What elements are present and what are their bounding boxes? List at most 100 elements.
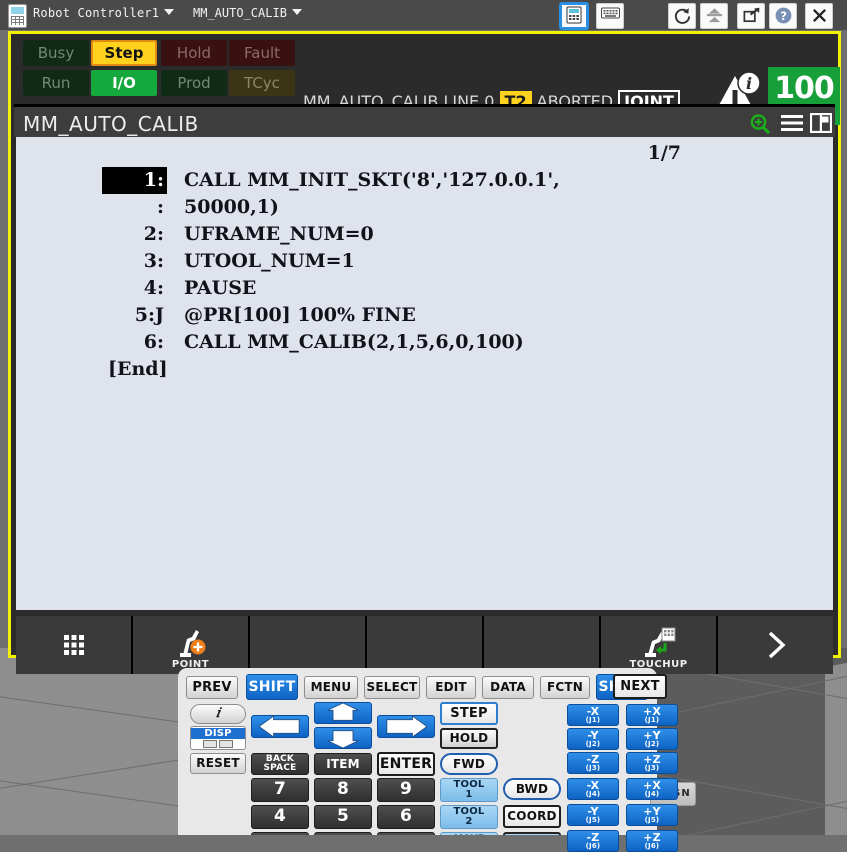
key-jog-j3-minus[interactable]: -Z (J3): [567, 752, 619, 774]
softkey-touchup[interactable]: TOUCHUP: [601, 616, 716, 674]
key-arrow-right[interactable]: [377, 715, 435, 738]
key-arrow-down[interactable]: [314, 727, 372, 749]
page-indicator: 1/7: [647, 142, 681, 164]
led-hold: Hold: [161, 40, 227, 66]
softkey-grid[interactable]: [16, 616, 131, 674]
grid-icon: [63, 635, 84, 655]
key-prev[interactable]: PREV: [186, 676, 238, 699]
line-number[interactable]: 6:: [102, 329, 167, 356]
key-arrow-up[interactable]: [314, 702, 372, 724]
robot-touchup-icon: [644, 627, 675, 657]
key-info[interactable]: 𝑖: [190, 704, 246, 724]
teach-pendant-view-button[interactable]: [559, 2, 589, 30]
key-select[interactable]: SELECT: [364, 676, 420, 699]
key-jog-j1-plus[interactable]: +X (J1): [626, 704, 678, 726]
collapse-button[interactable]: [700, 3, 728, 29]
program-line: 5:J @PR[100] 100% FINE: [16, 302, 833, 329]
key-coord[interactable]: COORD: [503, 805, 561, 828]
line-number[interactable]: 2:: [102, 221, 167, 248]
window-title-bar: Robot Controller1 MM_AUTO_CALIB ?: [0, 0, 847, 30]
line-number[interactable]: 3:: [102, 248, 167, 275]
key-jog-j5-plus[interactable]: +Y (J5): [626, 804, 678, 826]
key-bwd[interactable]: BWD: [503, 778, 561, 800]
key-4[interactable]: 4: [251, 805, 309, 829]
key-jog-j3-plus[interactable]: +Z (J3): [626, 752, 678, 774]
pendant-logo-icon: [8, 4, 27, 28]
teach-pendant-screen: Busy Step Hold Fault Run I/O Prod TCyc M…: [8, 31, 841, 674]
line-text: UTOOL_NUM=1: [184, 250, 355, 272]
led-fault: Fault: [229, 40, 295, 66]
override-value: 100: [774, 71, 835, 106]
key-6[interactable]: 6: [377, 805, 435, 829]
softkey-blank-1[interactable]: [250, 616, 365, 674]
key-edit[interactable]: EDIT: [426, 676, 476, 699]
softkey-blank-3[interactable]: [484, 616, 599, 674]
key-jog-j6-plus[interactable]: +Z (J6): [626, 830, 678, 852]
controller-selector[interactable]: Robot Controller1: [33, 6, 175, 20]
line-text: CALL MM_INIT_SKT('8','127.0.0.1',: [184, 169, 560, 191]
close-button[interactable]: [805, 3, 833, 29]
key-jog-j4-minus[interactable]: -X (J4): [567, 778, 619, 800]
line-number[interactable]: 4:: [102, 275, 167, 302]
key-tool-1[interactable]: TOOL 1: [440, 778, 498, 802]
key-jog-j1-minus[interactable]: -X (J1): [567, 704, 619, 726]
key-backspace[interactable]: BACK SPACE: [251, 753, 309, 775]
key-enter[interactable]: ENTER: [377, 752, 435, 776]
key-reset[interactable]: RESET: [190, 753, 246, 774]
chevron-down-icon: [291, 9, 302, 15]
key-hold[interactable]: HOLD: [440, 728, 498, 749]
program-label: MM_AUTO_CALIB: [193, 6, 287, 20]
key-jog-j6-minus[interactable]: -Z (J6): [567, 830, 619, 852]
line-text: 50000,1): [184, 196, 279, 218]
key-tool-2[interactable]: TOOL 2: [440, 805, 498, 829]
arrow-up-icon: [327, 703, 359, 721]
keyboard-button[interactable]: [596, 3, 624, 29]
key-item[interactable]: ITEM: [314, 753, 372, 775]
key-7[interactable]: 7: [251, 778, 309, 802]
line-number[interactable]: 5:J: [102, 302, 167, 329]
key-menu[interactable]: MENU: [304, 676, 358, 699]
key-9[interactable]: 9: [377, 778, 435, 802]
softkey-next-page[interactable]: [718, 616, 833, 674]
led-io: I/O: [91, 70, 157, 96]
key-5[interactable]: 5: [314, 805, 372, 829]
key-jog-j4-plus[interactable]: +X (J4): [626, 778, 678, 800]
key-step[interactable]: STEP: [440, 702, 498, 725]
popout-button[interactable]: [737, 3, 765, 29]
svg-text:?: ?: [780, 9, 787, 23]
zoom-in-icon[interactable]: [749, 113, 771, 139]
program-selector[interactable]: MM_AUTO_CALIB: [193, 6, 302, 20]
line-text: PAUSE: [184, 277, 257, 299]
key-jog-j5-minus[interactable]: -Y (J5): [567, 804, 619, 826]
program-title-bar: MM_AUTO_CALIB: [14, 104, 835, 137]
split-view-icon[interactable]: [809, 112, 833, 137]
line-number[interactable]: :: [102, 194, 167, 221]
refresh-button[interactable]: [668, 3, 696, 29]
arrow-down-icon: [327, 730, 359, 748]
key-data[interactable]: DATA: [482, 676, 534, 699]
program-line: 1: CALL MM_INIT_SKT('8','127.0.0.1',: [16, 167, 833, 194]
program-line: 6: CALL MM_CALIB(2,1,5,6,0,100): [16, 329, 833, 356]
program-content-area[interactable]: 1/7 1: CALL MM_INIT_SKT('8','127.0.0.1', …: [16, 137, 833, 610]
key-fctn[interactable]: FCTN: [540, 676, 590, 699]
key-shift-left[interactable]: SHIFT: [246, 674, 298, 700]
line-text: @PR[100] 100% FINE: [184, 304, 416, 326]
help-button[interactable]: ?: [769, 3, 797, 29]
softkey-point[interactable]: POINT: [133, 616, 248, 674]
controller-label: Robot Controller1: [33, 6, 160, 20]
line-number-cursor[interactable]: 1:: [102, 167, 167, 194]
arrow-right-icon: [386, 716, 428, 737]
chevron-down-icon: [164, 9, 175, 15]
status-led-panel: Busy Step Hold Fault Run I/O Prod TCyc: [23, 40, 296, 98]
program-line-list[interactable]: 1: CALL MM_INIT_SKT('8','127.0.0.1', :500…: [16, 167, 833, 383]
key-arrow-left[interactable]: [251, 715, 309, 738]
key-disp[interactable]: DISP: [190, 726, 246, 750]
menu-icon[interactable]: [780, 113, 804, 137]
page-title: MM_AUTO_CALIB: [23, 112, 199, 136]
key-fwd[interactable]: FWD: [440, 753, 498, 775]
key-jog-j2-plus[interactable]: +Y (J2): [626, 728, 678, 750]
softkey-blank-2[interactable]: [367, 616, 482, 674]
key-8[interactable]: 8: [314, 778, 372, 802]
key-next[interactable]: NEXT: [613, 674, 667, 699]
key-jog-j2-minus[interactable]: -Y (J2): [567, 728, 619, 750]
